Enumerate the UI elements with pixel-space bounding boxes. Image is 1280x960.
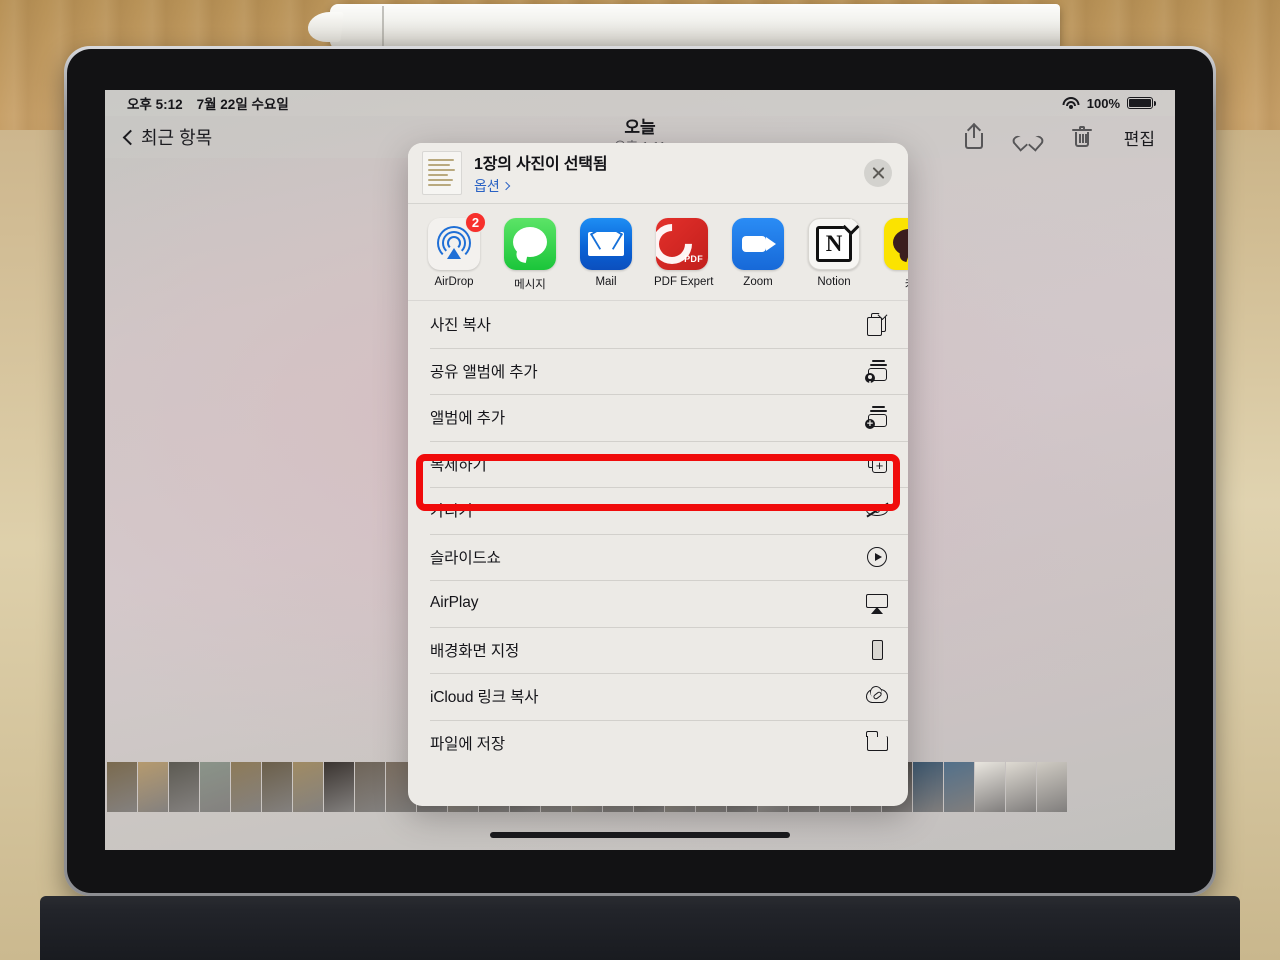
- notion-icon: [808, 218, 860, 270]
- share-sheet-header-text: 1장의 사진이 선택됨 옵션: [474, 150, 852, 196]
- action-row-folder[interactable]: 파일에 저장: [408, 719, 908, 766]
- add-to-album-icon: [864, 404, 890, 430]
- action-label: 슬라이드쇼: [430, 549, 501, 567]
- action-row-shared-album[interactable]: 공유 앨범에 추가: [408, 347, 908, 394]
- status-bar: 오후 5:12 7월 22일 수요일 100%: [105, 90, 1175, 116]
- filmstrip-thumbnail[interactable]: [1006, 762, 1036, 812]
- edit-button[interactable]: 편집: [1124, 125, 1155, 150]
- filmstrip-thumbnail[interactable]: [231, 762, 261, 812]
- share-app-kakaotalk[interactable]: 카: [882, 218, 908, 292]
- action-row-add-to-album[interactable]: 앨범에 추가: [408, 394, 908, 441]
- copy-photo-icon: [864, 311, 890, 337]
- filmstrip-thumbnail[interactable]: [355, 762, 385, 812]
- duplicate-icon: +: [864, 451, 890, 477]
- battery-full-icon: [1127, 97, 1156, 109]
- close-icon[interactable]: [864, 159, 892, 187]
- status-bar-right: 100%: [1062, 95, 1156, 111]
- ipad-screen: 오후 5:12 7월 22일 수요일 100% 최근 항목 오늘 오후 1:11: [105, 90, 1175, 850]
- action-label: AirPlay: [430, 594, 479, 612]
- kakaotalk-icon: [884, 218, 908, 270]
- status-bar-left: 오후 5:12 7월 22일 수요일: [127, 93, 289, 113]
- share-app-zoom[interactable]: Zoom: [730, 218, 786, 288]
- action-row-hide-eye-slash[interactable]: 가리기: [408, 487, 908, 534]
- share-sheet: 1장의 사진이 선택됨 옵션 2 AirDrop 메시지 Mail PDF PDF Exp…: [408, 143, 908, 806]
- share-app-mail[interactable]: Mail: [578, 218, 634, 288]
- shared-album-icon: [864, 358, 890, 384]
- action-label: 가리기: [430, 503, 473, 521]
- share-app-notion[interactable]: Notion: [806, 218, 862, 288]
- filmstrip-thumbnail[interactable]: [324, 762, 354, 812]
- smart-keyboard-folio[interactable]: [40, 896, 1240, 960]
- app-label: Zoom: [743, 276, 773, 288]
- action-row-airplay[interactable]: AirPlay: [408, 580, 908, 627]
- apple-pencil-seam: [382, 6, 384, 47]
- share-action-list: 사진 복사공유 앨범에 추가앨범에 추가복제하기 + 가리기슬라이드쇼 AirPlay…: [408, 301, 908, 766]
- app-label: PDF Expert: [654, 276, 714, 288]
- action-label: iCloud 링크 복사: [430, 689, 539, 707]
- photo-scene: 오후 5:12 7월 22일 수요일 100% 최근 항목 오늘 오후 1:11: [0, 0, 1280, 960]
- filmstrip-thumbnail[interactable]: [944, 762, 974, 812]
- slideshow-play-icon: [864, 544, 890, 570]
- action-label: 파일에 저장: [430, 735, 506, 753]
- action-row-icloud-link[interactable]: iCloud 링크 복사: [408, 673, 908, 720]
- action-label: 배경화면 지정: [430, 642, 520, 660]
- action-row-slideshow-play[interactable]: 슬라이드쇼: [408, 533, 908, 580]
- chevron-right-icon: [501, 181, 511, 191]
- app-label: AirDrop: [434, 276, 474, 288]
- filmstrip-thumbnail[interactable]: [138, 762, 168, 812]
- options-link[interactable]: 옵션: [474, 176, 852, 196]
- share-icon[interactable]: [962, 124, 986, 150]
- home-indicator[interactable]: [490, 832, 790, 838]
- status-date: 7월 22일 수요일: [196, 97, 289, 112]
- share-app-row[interactable]: 2 AirDrop 메시지 Mail PDF PDF Expert Zoom Notion 카: [408, 204, 908, 301]
- airdrop-icon: 2: [428, 212, 486, 270]
- icloud-link-icon: [864, 683, 890, 709]
- share-sheet-header: 1장의 사진이 선택됨 옵션: [408, 143, 908, 204]
- filmstrip-thumbnail[interactable]: [200, 762, 230, 812]
- back-button[interactable]: 최근 항목: [122, 124, 213, 150]
- options-link-label: 옵션: [474, 178, 500, 194]
- messages-icon: [504, 218, 556, 270]
- share-app-airdrop[interactable]: 2 AirDrop: [426, 212, 486, 288]
- action-label: 공유 앨범에 추가: [430, 363, 538, 381]
- filmstrip-thumbnail[interactable]: [913, 762, 943, 812]
- filmstrip-thumbnail[interactable]: [293, 762, 323, 812]
- filmstrip-thumbnail[interactable]: [262, 762, 292, 812]
- wifi-icon: [1062, 96, 1080, 110]
- heart-icon[interactable]: [1016, 124, 1040, 150]
- action-label: 사진 복사: [430, 317, 491, 335]
- share-app-pdf-expert[interactable]: PDF PDF Expert: [654, 218, 714, 288]
- filmstrip-thumbnail[interactable]: [107, 762, 137, 812]
- pdf-expert-icon: PDF: [656, 218, 708, 270]
- battery-percent-label: 100%: [1086, 95, 1120, 111]
- action-row-duplicate[interactable]: 복제하기 +: [408, 440, 908, 487]
- document-thumbnail-icon: [422, 151, 462, 195]
- back-button-label: 최근 항목: [141, 128, 213, 148]
- trash-icon[interactable]: [1070, 124, 1094, 150]
- selection-title: 1장의 사진이 선택됨: [474, 156, 608, 173]
- wallpaper-icon: [864, 637, 890, 663]
- app-badge: 2: [465, 212, 486, 233]
- share-app-messages[interactable]: 메시지: [502, 218, 558, 292]
- action-label: 복제하기: [430, 456, 487, 474]
- action-row-copy-photo[interactable]: 사진 복사: [408, 301, 908, 348]
- chevron-left-icon: [122, 129, 139, 145]
- app-label: 카: [882, 276, 908, 292]
- mail-icon: [580, 218, 632, 270]
- folder-icon: [864, 730, 890, 756]
- status-time: 오후 5:12: [127, 97, 183, 112]
- filmstrip-thumbnail[interactable]: [169, 762, 199, 812]
- app-label: 메시지: [514, 279, 546, 291]
- zoom-icon: [732, 218, 784, 270]
- app-label: Notion: [817, 276, 851, 288]
- app-label: Mail: [595, 276, 617, 288]
- airplay-icon: [864, 590, 890, 616]
- filmstrip-thumbnail[interactable]: [1037, 762, 1067, 812]
- apple-pencil: [306, 4, 1060, 49]
- filmstrip-thumbnail[interactable]: [975, 762, 1005, 812]
- hide-eye-slash-icon: [864, 497, 890, 523]
- navigation-actions: 편집: [962, 124, 1155, 150]
- action-row-wallpaper[interactable]: 배경화면 지정: [408, 626, 908, 673]
- action-label: 앨범에 추가: [430, 410, 506, 428]
